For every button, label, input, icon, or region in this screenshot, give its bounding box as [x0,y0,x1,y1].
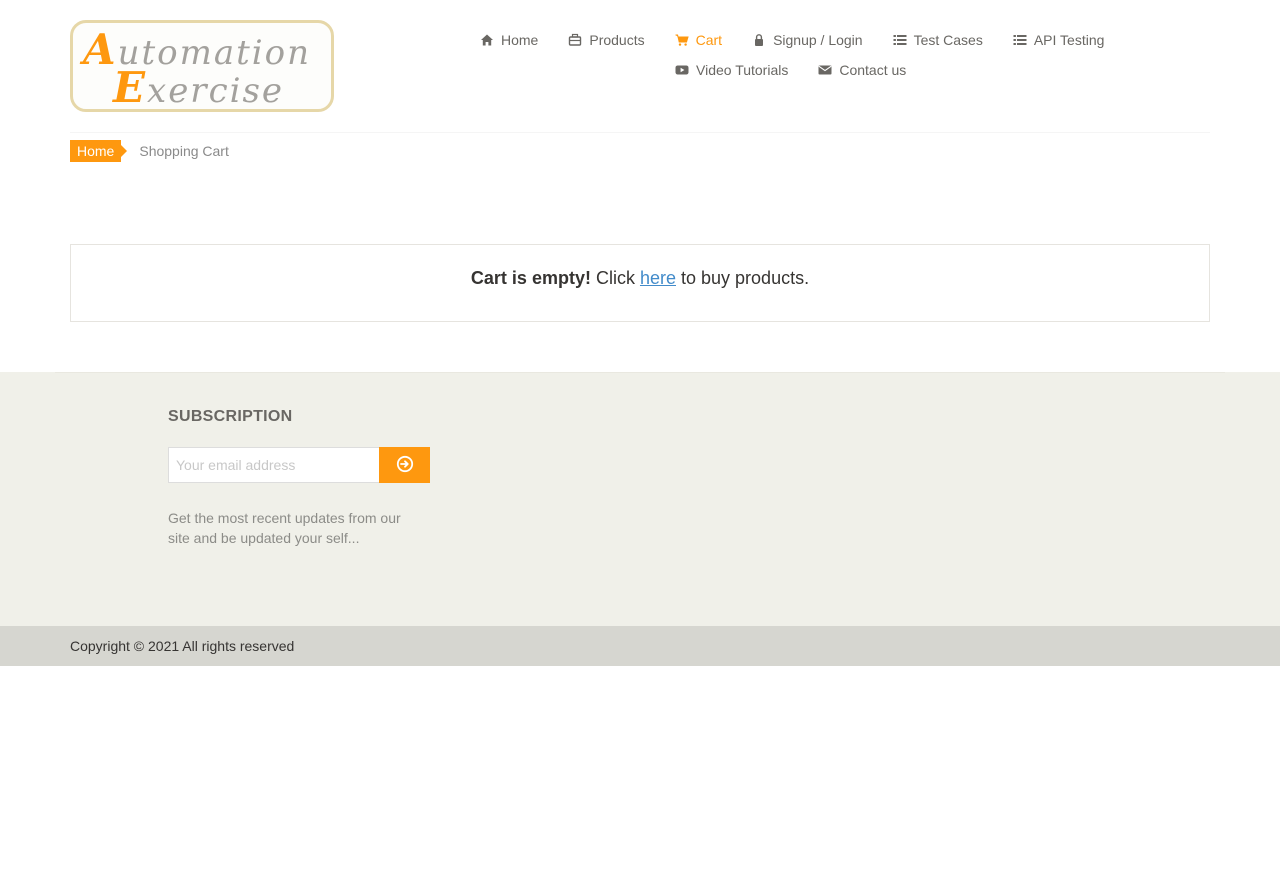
nav-home-label: Home [501,32,539,48]
empty-cart-after-link: to buy products. [676,268,810,288]
youtube-play-icon [675,63,689,77]
site-logo[interactable]: Automation Exercise [70,20,334,112]
nav-contact-us-label: Contact us [839,62,907,78]
nav-row-2: Video Tutorials Contact us [465,58,1145,82]
breadcrumb-home-link[interactable]: Home [70,140,128,162]
list-icon [1013,33,1027,47]
subscription-description: Get the most recent updates from our sit… [168,510,401,546]
nav-products[interactable]: Products [568,32,645,48]
empty-cart-panel: Cart is empty! Click here to buy product… [70,244,1210,322]
empty-cart-bold: Cart is empty! [470,268,591,288]
header-divider [70,132,1210,133]
copyright-text: Copyright © 2021 All rights reserved [70,638,295,654]
nav-row-1: Home Products Cart Signup / Login Test C… [465,28,1145,52]
breadcrumb-current: Shopping Cart [139,143,229,159]
home-icon [480,33,494,47]
envelope-icon [818,63,832,77]
arrow-circle-right-icon [396,455,414,476]
subscription-title: SUBSCRIPTION [168,408,293,425]
logo-cap-2: E [113,63,148,112]
nav-api-testing[interactable]: API Testing [1013,32,1105,48]
nav-api-testing-label: API Testing [1033,32,1105,48]
cart-icon [675,33,689,47]
breadcrumb: Home Shopping Cart [70,140,229,162]
nav-video-tutorials-label: Video Tutorials [696,62,789,78]
products-icon [568,33,582,47]
subscription-email-input[interactable] [168,447,380,483]
nav-signup-login-label: Signup / Login [773,32,863,48]
logo-rest-2: xercise [147,71,285,111]
nav-signup-login[interactable]: Signup / Login [752,32,863,48]
nav-test-cases-label: Test Cases [913,32,983,48]
logo-line-2: Exercise [113,67,284,109]
lock-icon [752,33,766,47]
empty-cart-before-link: Click [590,268,640,288]
empty-cart-message: Cart is empty! Click here to buy product… [471,268,809,321]
footer-subscription-area: SUBSCRIPTION Get the most recent updates… [0,372,1280,626]
nav-home[interactable]: Home [480,32,538,48]
subscribe-button[interactable] [379,447,430,483]
footer-bottom-bar: Copyright © 2021 All rights reserved [0,626,1280,666]
nav-test-cases[interactable]: Test Cases [893,32,983,48]
nav-cart[interactable]: Cart [675,32,722,48]
main-nav: Home Products Cart Signup / Login Test C… [465,28,1145,88]
nav-cart-label: Cart [695,32,723,48]
nav-video-tutorials[interactable]: Video Tutorials [675,62,788,78]
buy-products-link[interactable]: here [640,268,676,288]
nav-products-label: Products [589,32,645,48]
list-icon [893,33,907,47]
logo-frame: Automation Exercise [70,20,334,112]
nav-contact-us[interactable]: Contact us [818,62,906,78]
